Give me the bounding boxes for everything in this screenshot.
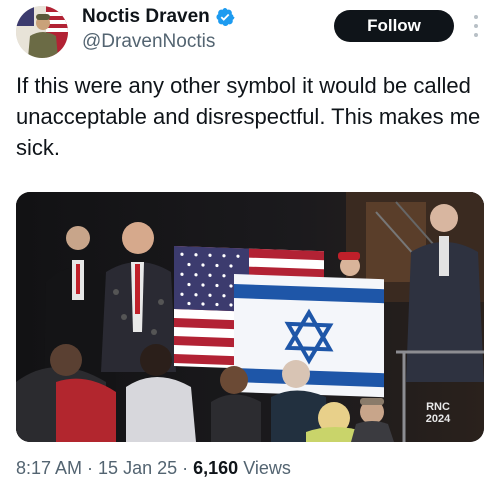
tweet-header: Noctis Draven @DravenNoctis Follow [0, 0, 500, 60]
separator-dot: · [182, 458, 189, 478]
watermark-year: 2024 [426, 413, 451, 425]
separator-dot: · [87, 458, 94, 478]
avatar[interactable] [16, 6, 68, 58]
avatar-image [16, 6, 68, 58]
tweet-meta: 8:17 AM · 15 Jan 25 · 6,160 Views [16, 458, 291, 479]
tweet-date[interactable]: 15 Jan 25 [98, 458, 177, 478]
user-info: Noctis Draven @DravenNoctis [82, 4, 235, 53]
views-count: 6,160 [193, 458, 239, 478]
views-label: Views [243, 458, 291, 478]
more-vertical-icon[interactable] [470, 12, 482, 40]
user-handle[interactable]: @DravenNoctis [82, 31, 235, 53]
tweet-media[interactable]: RNC 2024 [16, 192, 484, 442]
tweet-text: If this were any other symbol it would b… [16, 73, 481, 160]
follow-button[interactable]: Follow [334, 10, 454, 42]
media-photo: RNC 2024 [16, 192, 484, 442]
tweet-time[interactable]: 8:17 AM [16, 458, 82, 478]
verified-badge-icon [216, 8, 235, 26]
watermark-rnc: RNC [426, 401, 450, 413]
display-name[interactable]: Noctis Draven [82, 6, 210, 28]
